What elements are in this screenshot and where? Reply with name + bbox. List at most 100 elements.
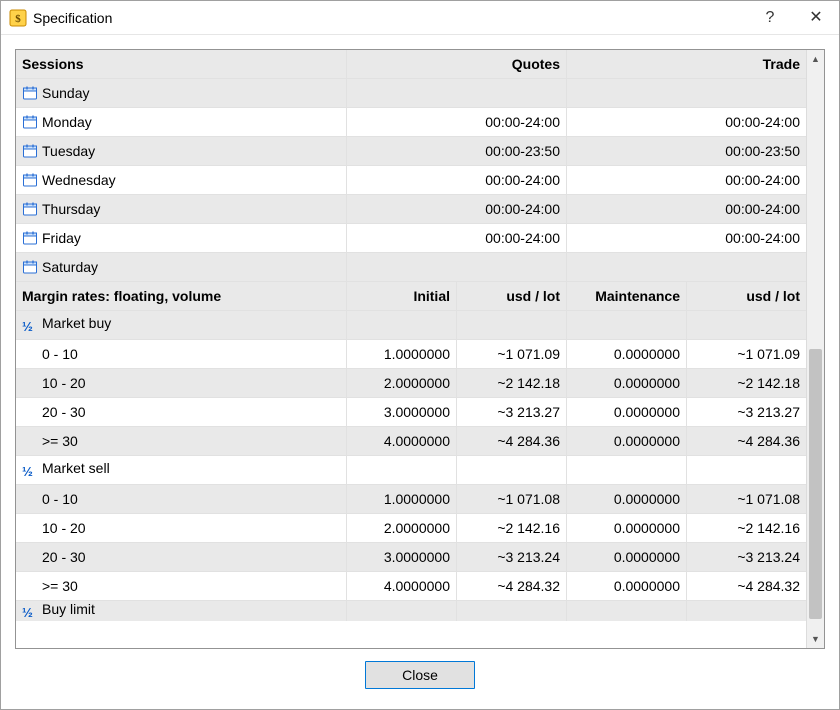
sessions-row[interactable]: Thursday00:00-24:0000:00-24:00 xyxy=(16,195,806,224)
margin-initial-cell: 4.0000000 xyxy=(346,427,456,456)
col-usd1[interactable]: usd / lot xyxy=(456,282,566,311)
margin-group-row[interactable]: ½Market buy xyxy=(16,311,806,340)
empty-cell xyxy=(346,456,456,485)
margin-initial-cell: 4.0000000 xyxy=(346,572,456,601)
margin-usd1-cell: ~1 071.08 xyxy=(456,485,566,514)
scrollbar-thumb[interactable] xyxy=(809,349,822,619)
fraction-icon: ½ xyxy=(22,464,38,480)
margin-usd1-cell: ~4 284.36 xyxy=(456,427,566,456)
sessions-row[interactable]: Wednesday00:00-24:0000:00-24:00 xyxy=(16,166,806,195)
empty-cell xyxy=(686,456,806,485)
empty-cell xyxy=(456,456,566,485)
session-trade-cell xyxy=(566,79,806,108)
data-grid: Sessions Quotes Trade Sunday Monday 00:00-… xyxy=(16,50,806,648)
sessions-row[interactable]: Monday00:00-24:0000:00-24:00 xyxy=(16,108,806,137)
chevron-down-icon: ▼ xyxy=(811,634,820,644)
col-sessions[interactable]: Sessions xyxy=(16,50,346,79)
session-quotes-cell xyxy=(346,253,566,282)
session-trade-cell: 00:00-24:00 xyxy=(566,108,806,137)
col-usd2[interactable]: usd / lot xyxy=(686,282,806,311)
session-trade-cell: 00:00-24:00 xyxy=(566,195,806,224)
sessions-row[interactable]: Sunday xyxy=(16,79,806,108)
margin-group-row[interactable]: ½Market sell xyxy=(16,456,806,485)
margin-maint-cell: 0.0000000 xyxy=(566,514,686,543)
vertical-scrollbar[interactable]: ▲ ▼ xyxy=(806,50,824,648)
specification-window: $ Specification ? ✕ Sessions Quotes xyxy=(0,0,840,710)
empty-cell xyxy=(566,456,686,485)
help-icon: ? xyxy=(766,10,775,26)
margin-data-row[interactable]: 0 - 101.0000000~1 071.080.0000000~1 071.… xyxy=(16,485,806,514)
col-quotes[interactable]: Quotes xyxy=(346,50,566,79)
scrollbar-track[interactable] xyxy=(807,68,824,630)
titlebar: $ Specification ? ✕ xyxy=(1,1,839,35)
margin-range-cell: 10 - 20 xyxy=(16,514,346,543)
margin-usd2-cell: ~2 142.18 xyxy=(686,369,806,398)
margin-data-row[interactable]: 0 - 101.0000000~1 071.090.0000000~1 071.… xyxy=(16,340,806,369)
close-button[interactable]: Close xyxy=(365,661,475,689)
margin-initial-cell: 1.0000000 xyxy=(346,485,456,514)
margin-range-cell: >= 30 xyxy=(16,572,346,601)
empty-cell xyxy=(456,601,566,621)
margin-initial-cell: 1.0000000 xyxy=(346,340,456,369)
margin-usd2-cell: ~4 284.36 xyxy=(686,427,806,456)
session-day-label: Thursday xyxy=(42,201,100,217)
margin-maint-cell: 0.0000000 xyxy=(566,572,686,601)
col-initial[interactable]: Initial xyxy=(346,282,456,311)
scroll-down-button[interactable]: ▼ xyxy=(807,630,824,648)
empty-cell xyxy=(686,601,806,621)
calendar-icon xyxy=(22,201,38,217)
margin-usd2-cell: ~1 071.08 xyxy=(686,485,806,514)
margin-usd1-cell: ~2 142.16 xyxy=(456,514,566,543)
margin-data-row[interactable]: 20 - 303.0000000~3 213.240.0000000~3 213… xyxy=(16,543,806,572)
margin-usd2-cell: ~2 142.16 xyxy=(686,514,806,543)
session-quotes-cell: 00:00-24:00 xyxy=(346,224,566,253)
margin-data-row[interactable]: 10 - 202.0000000~2 142.180.0000000~2 142… xyxy=(16,369,806,398)
session-quotes-cell: 00:00-23:50 xyxy=(346,137,566,166)
calendar-icon xyxy=(22,172,38,188)
margin-initial-cell: 2.0000000 xyxy=(346,514,456,543)
scroll-up-button[interactable]: ▲ xyxy=(807,50,824,68)
margin-range-cell: 0 - 10 xyxy=(16,340,346,369)
margin-initial-cell: 2.0000000 xyxy=(346,369,456,398)
margin-usd1-cell: ~4 284.32 xyxy=(456,572,566,601)
window-title: Specification xyxy=(33,10,112,26)
calendar-icon xyxy=(22,230,38,246)
margin-group-row[interactable]: ½Buy limit xyxy=(16,601,806,621)
session-day-cell: Wednesday xyxy=(16,166,346,195)
col-margin-title[interactable]: Margin rates: floating, volume xyxy=(16,282,346,311)
help-button[interactable]: ? xyxy=(747,1,793,35)
session-trade-cell: 00:00-23:50 xyxy=(566,137,806,166)
session-day-cell: Sunday xyxy=(16,79,346,108)
empty-cell xyxy=(456,311,566,340)
calendar-icon xyxy=(22,85,38,101)
margin-data-row[interactable]: >= 304.0000000~4 284.320.0000000~4 284.3… xyxy=(16,572,806,601)
session-day-label: Monday xyxy=(42,114,92,130)
session-day-label: Friday xyxy=(42,230,81,246)
margin-range-cell: 10 - 20 xyxy=(16,369,346,398)
session-day-cell: Saturday xyxy=(16,253,346,282)
sessions-row[interactable]: Saturday xyxy=(16,253,806,282)
close-window-button[interactable]: ✕ xyxy=(793,1,839,35)
calendar-icon xyxy=(22,259,38,275)
margin-data-row[interactable]: 10 - 202.0000000~2 142.160.0000000~2 142… xyxy=(16,514,806,543)
margin-maint-cell: 0.0000000 xyxy=(566,398,686,427)
chevron-up-icon: ▲ xyxy=(811,54,820,64)
col-maintenance[interactable]: Maintenance xyxy=(566,282,686,311)
session-trade-cell: 00:00-24:00 xyxy=(566,166,806,195)
margin-group-label: Market buy xyxy=(42,315,111,331)
margin-range-cell: 20 - 30 xyxy=(16,543,346,572)
sessions-row[interactable]: Friday00:00-24:0000:00-24:00 xyxy=(16,224,806,253)
margin-group-cell: ½Market buy xyxy=(16,311,346,340)
margin-group-cell: ½Market sell xyxy=(16,456,346,485)
empty-cell xyxy=(346,601,456,621)
sessions-row[interactable]: Tuesday00:00-23:5000:00-23:50 xyxy=(16,137,806,166)
col-trade[interactable]: Trade xyxy=(566,50,806,79)
session-day-cell: Monday xyxy=(16,108,346,137)
empty-cell xyxy=(566,601,686,621)
margin-data-row[interactable]: >= 304.0000000~4 284.360.0000000~4 284.3… xyxy=(16,427,806,456)
grid-wrap: Sessions Quotes Trade Sunday Monday 00:00-… xyxy=(15,49,825,649)
margin-initial-cell: 3.0000000 xyxy=(346,543,456,572)
margin-maint-cell: 0.0000000 xyxy=(566,543,686,572)
margin-data-row[interactable]: 20 - 303.0000000~3 213.270.0000000~3 213… xyxy=(16,398,806,427)
margin-usd2-cell: ~3 213.24 xyxy=(686,543,806,572)
